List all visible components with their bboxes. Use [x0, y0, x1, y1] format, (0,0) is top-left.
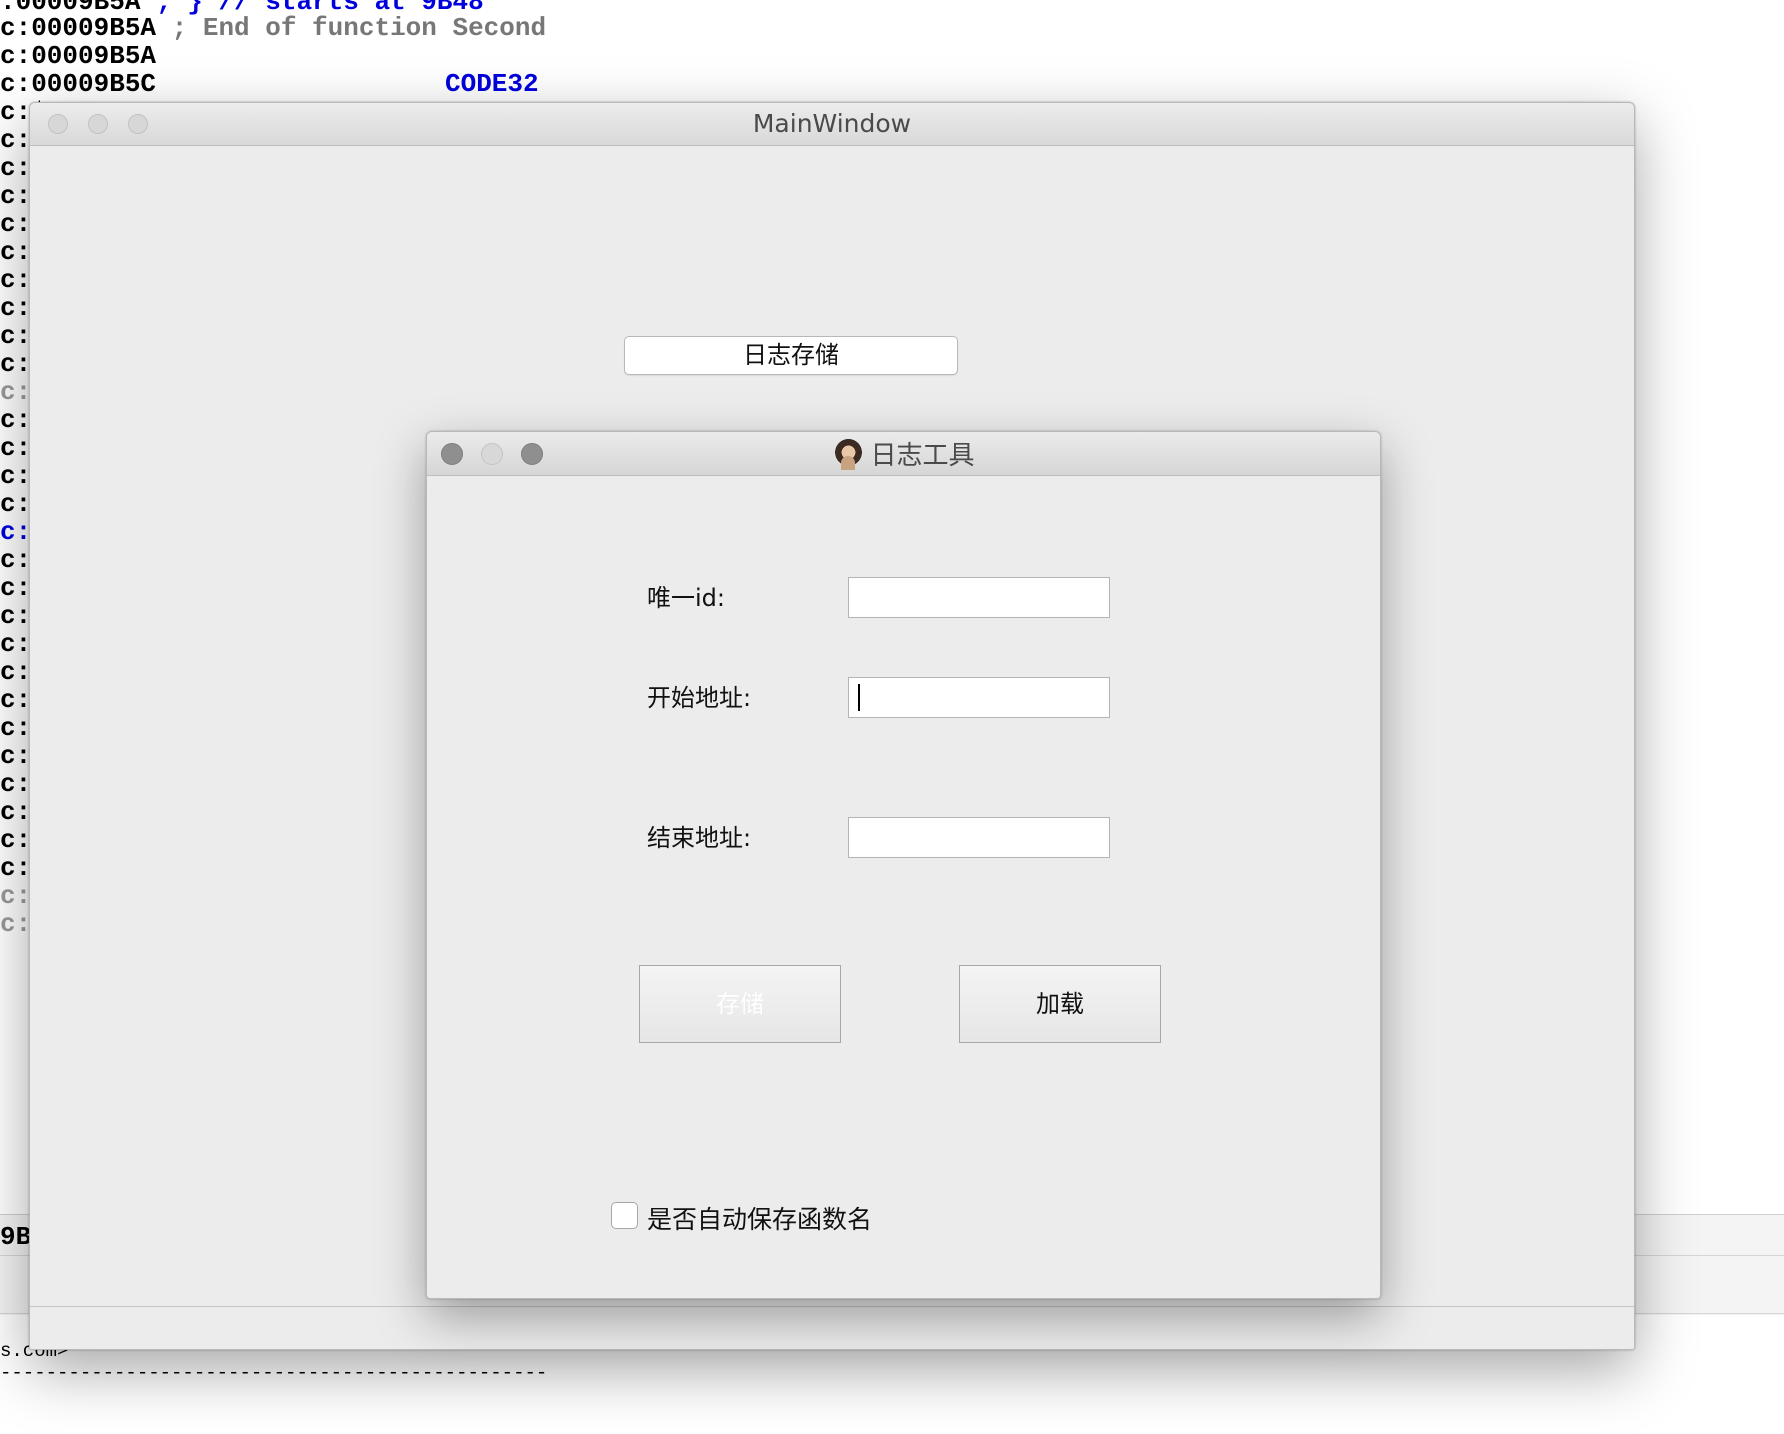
load-button[interactable]: 加载: [959, 965, 1161, 1043]
dialog-titlebar[interactable]: 日志工具: [427, 432, 1380, 476]
start-address-input[interactable]: [848, 677, 1110, 718]
save-button[interactable]: 存储: [639, 965, 841, 1043]
dialog-title: 日志工具: [870, 441, 975, 471]
code-line-2: c:00009B5A ; End of function Second: [0, 13, 547, 43]
end-address-label: 结束地址:: [647, 824, 752, 852]
main-window-title: MainWindow: [752, 109, 912, 138]
status-bar: [30, 1306, 1634, 1349]
start-address-field[interactable]: [848, 677, 1110, 718]
start-address-label: 开始地址:: [647, 684, 752, 712]
auto-save-checkbox-label[interactable]: 是否自动保存函数名: [647, 1200, 872, 1236]
code-line-3: c:00009B5A: [0, 41, 157, 71]
end-address-input[interactable]: [848, 817, 1110, 858]
log-store-button[interactable]: 日志存储: [624, 336, 958, 375]
desktop: :00009B5A ; } // starts at 9B48 c:00009B…: [0, 0, 1784, 1434]
code-line-4: c:00009B5C CODE32: [0, 69, 539, 99]
main-window-titlebar[interactable]: MainWindow: [30, 103, 1634, 146]
dialog-title-group: 日志工具: [427, 432, 1380, 475]
auto-save-checkbox[interactable]: [611, 1202, 638, 1229]
log-tool-dialog: 日志工具 唯一id: 开始地址: 结束地址: 存储 加载 是否自动保存函数名: [426, 431, 1381, 1299]
text-cursor: [858, 684, 860, 711]
unique-id-label: 唯一id:: [647, 584, 725, 612]
unique-id-input[interactable]: [848, 577, 1110, 618]
console-separator: ----------------------------------------…: [0, 1362, 548, 1384]
app-avatar-icon: [832, 437, 863, 470]
